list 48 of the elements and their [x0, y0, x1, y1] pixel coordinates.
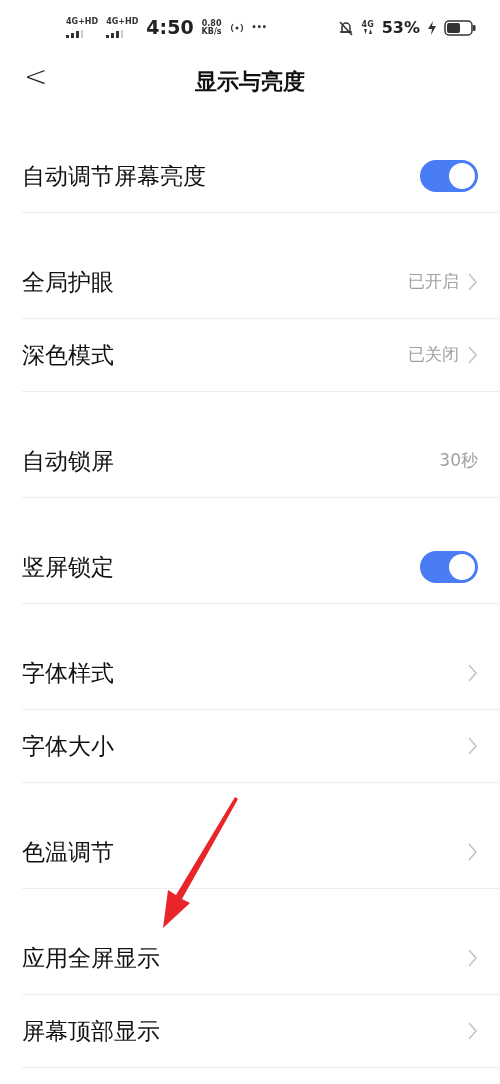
setting-label: 应用全屏显示 — [22, 943, 160, 973]
setting-label: 屏幕顶部显示 — [22, 1016, 160, 1046]
setting-label: 竖屏锁定 — [22, 552, 114, 582]
setting-value: 30秒 — [439, 449, 478, 473]
chevron-right-icon — [467, 949, 478, 967]
chevron-right-icon — [467, 273, 478, 291]
signal-icon — [106, 29, 125, 38]
setting-label: 色温调节 — [22, 837, 114, 867]
settings-row[interactable]: 全局护眼 已开启 — [22, 246, 500, 319]
data-arrows-icon — [362, 29, 373, 34]
setting-label: 自动调节屏幕亮度 — [22, 161, 206, 191]
hotspot-icon — [229, 22, 244, 33]
signal-icon — [66, 29, 84, 38]
setting-value: 已关闭 — [408, 343, 459, 367]
settings-row[interactable]: 字体大小 — [22, 710, 500, 783]
settings-row[interactable]: 屏幕顶部显示 — [22, 995, 500, 1068]
charging-icon — [428, 20, 436, 35]
network-type-label: 4G+HD — [106, 17, 139, 26]
settings-row[interactable]: 应用全屏显示 — [22, 922, 500, 995]
speed-unit: KB/s — [201, 27, 222, 36]
battery-percent: 53% — [381, 16, 420, 39]
chevron-right-icon — [467, 664, 478, 682]
chevron-right-icon — [467, 843, 478, 861]
data-network-label: 4G — [361, 21, 374, 29]
settings-row[interactable]: 自动锁屏 30秒 — [22, 425, 500, 498]
page-title: 显示与亮度 — [195, 67, 305, 96]
network-type-label: 4G+HD — [66, 17, 99, 26]
chevron-right-icon — [467, 346, 478, 364]
toggle-switch[interactable] — [420, 551, 478, 583]
back-button[interactable]: < — [18, 63, 54, 91]
mute-bell-icon — [337, 19, 354, 36]
setting-label: 字体大小 — [22, 731, 114, 761]
setting-label: 深色模式 — [22, 340, 114, 370]
battery-icon — [444, 19, 476, 36]
settings-row[interactable]: 自动调节屏幕亮度 — [22, 140, 500, 213]
speed-value: 0.80 — [201, 19, 222, 28]
more-indicator: ••• — [251, 23, 267, 32]
toggle-switch[interactable] — [420, 160, 478, 192]
settings-row[interactable]: 竖屏锁定 — [22, 531, 500, 604]
setting-value: 已开启 — [408, 270, 459, 294]
clock-time: 4:50 — [146, 15, 194, 41]
chevron-right-icon — [467, 1022, 478, 1040]
setting-label: 自动锁屏 — [22, 446, 114, 476]
setting-label: 全局护眼 — [22, 267, 114, 297]
settings-row[interactable]: 字体样式 — [22, 637, 500, 710]
chevron-right-icon — [467, 737, 478, 755]
settings-row[interactable]: 深色模式 已关闭 — [22, 319, 500, 392]
setting-label: 字体样式 — [22, 658, 114, 688]
